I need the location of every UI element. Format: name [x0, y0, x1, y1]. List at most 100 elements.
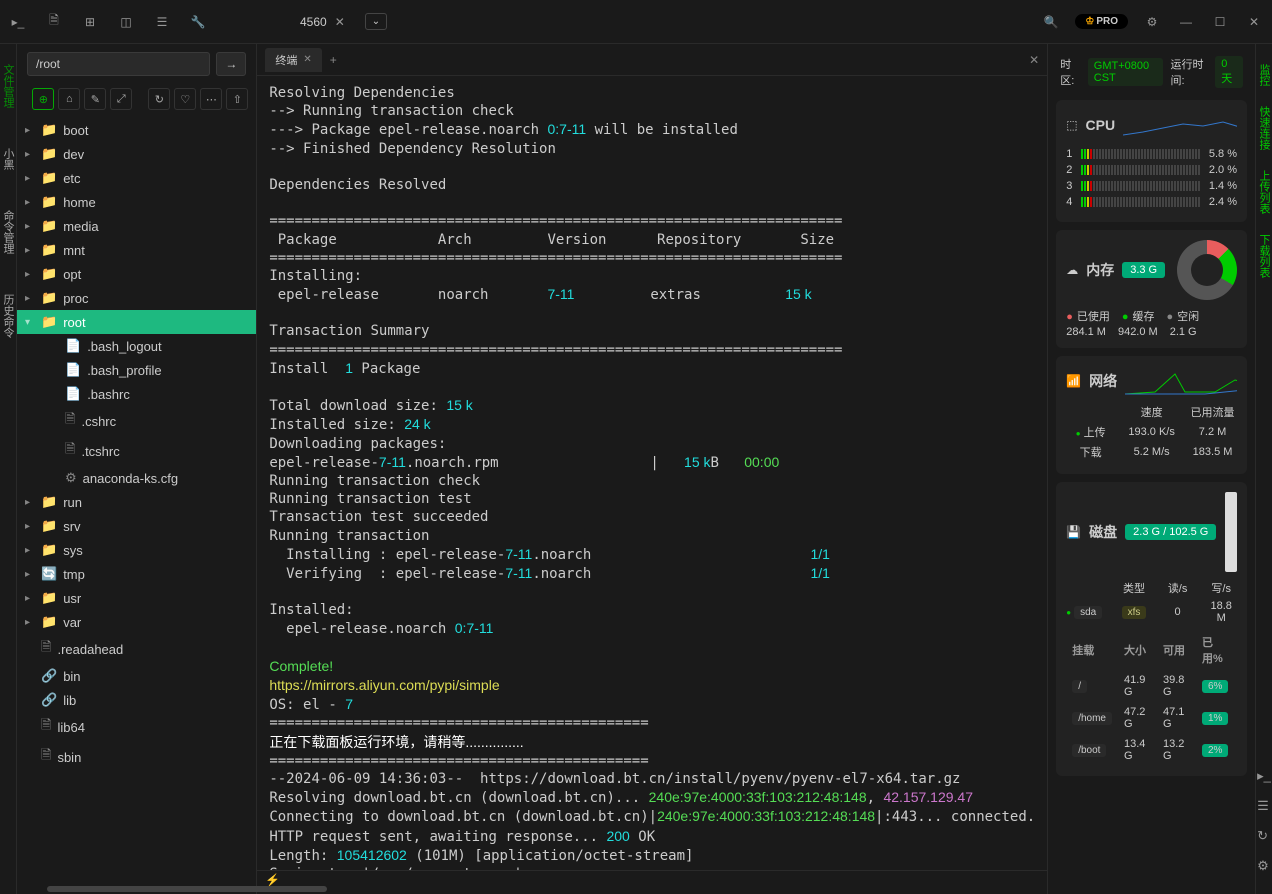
mem-donut: [1177, 240, 1237, 300]
search-icon[interactable]: 🔍: [1041, 12, 1061, 32]
tree-item-.bash_profile[interactable]: 📄.bash_profile: [17, 358, 256, 382]
file-icon: 🗎: [41, 638, 51, 660]
list-icon[interactable]: ☰: [1257, 798, 1271, 814]
tree-item-usr[interactable]: ▸📁usr: [17, 586, 256, 610]
tree-item-proc[interactable]: ▸📁proc: [17, 286, 256, 310]
window-tab[interactable]: 4560 ✕: [288, 11, 357, 33]
uptime-value: 0 天: [1215, 56, 1243, 88]
sidebar-item-commands[interactable]: 命令管理: [0, 210, 16, 254]
navigate-button[interactable]: →: [216, 52, 246, 76]
edit-icon[interactable]: ✎: [84, 88, 106, 110]
disk-mount-row: /boot13.4 G13.2 G2%: [1066, 734, 1237, 766]
panel-icon[interactable]: ▸_: [1257, 768, 1271, 784]
list-icon[interactable]: ☰: [152, 12, 172, 32]
tab-dropdown[interactable]: ⌄: [365, 13, 387, 30]
tree-item-sbin[interactable]: 🗎sbin: [17, 742, 256, 772]
tree-item-root[interactable]: ▾📁root: [17, 310, 256, 334]
terminal-output[interactable]: Resolving Dependencies --> Running trans…: [257, 76, 1047, 870]
disk-mount-row: /41.9 G39.8 G6%: [1066, 670, 1237, 702]
maximize-icon[interactable]: ☐: [1210, 12, 1230, 32]
network-card: 📶 网络 速度已用流量 ● 上传193.0 K/s7.2 M 下载5.2 M/s…: [1056, 356, 1247, 474]
grid-icon[interactable]: ⊞: [80, 12, 100, 32]
tree-item-etc[interactable]: ▸📁etc: [17, 166, 256, 190]
tree-item-.readahead[interactable]: 🗎.readahead: [17, 634, 256, 664]
favorite-icon[interactable]: ♡: [174, 88, 196, 110]
cpu-core-row: 31.4 %: [1066, 180, 1237, 192]
mem-title: 内存: [1086, 260, 1114, 280]
file-tree: ▸📁boot▸📁dev▸📁etc▸📁home▸📁media▸📁mnt▸📁opt▸…: [17, 114, 256, 884]
sidebar-item-monitor[interactable]: 监控: [1256, 64, 1272, 86]
folder-icon: 📁: [41, 218, 57, 234]
sidebar-item-download[interactable]: 下载列表: [1256, 234, 1272, 278]
mem-badge: 3.3 G: [1122, 262, 1165, 278]
sidebar-item-upload[interactable]: 上传列表: [1256, 170, 1272, 214]
tree-item-boot[interactable]: ▸📁boot: [17, 118, 256, 142]
upload-icon[interactable]: ⇧: [226, 88, 248, 110]
net-title: 网络: [1089, 371, 1117, 391]
tree-item-.bashrc[interactable]: 📄.bashrc: [17, 382, 256, 406]
close-all-icon[interactable]: ✕: [1029, 53, 1039, 67]
net-sparkline: [1125, 366, 1237, 396]
sidebar-item-quickconnect[interactable]: 快速连接: [1256, 106, 1272, 150]
disk-mounts-table: 挂载大小可用已用% /41.9 G39.8 G6%/home47.2 G47.1…: [1066, 630, 1237, 766]
wrench-icon[interactable]: 🔧: [188, 12, 208, 32]
add-icon[interactable]: ⊕: [32, 88, 54, 110]
terminal-tab[interactable]: 终端 ✕: [265, 48, 321, 72]
folder-icon: 📁: [41, 146, 57, 162]
terminal-icon[interactable]: ▸_: [8, 12, 28, 32]
folder-icon: 📁: [41, 266, 57, 282]
split-icon[interactable]: ◫: [116, 12, 136, 32]
tree-item-var[interactable]: ▸📁var: [17, 610, 256, 634]
tree-item-.tcshrc[interactable]: 🗎.tcshrc: [17, 436, 256, 466]
settings-icon[interactable]: ⚙: [1257, 858, 1271, 874]
tree-item-lib64[interactable]: 🗎lib64: [17, 712, 256, 742]
folder-icon: 📁: [41, 290, 57, 306]
prompt-icon[interactable]: ⚡: [265, 873, 280, 887]
tree-item-run[interactable]: ▸📁run: [17, 490, 256, 514]
disk-mount-row: /home47.2 G47.1 G1%: [1066, 702, 1237, 734]
file-toolbar: ⊕ ⌂ ✎ ⤢ ↻ ♡ ⋯ ⇧: [17, 84, 256, 114]
sidebar-item-files[interactable]: 文件管理: [0, 64, 16, 108]
gear-icon[interactable]: ⚙: [1142, 12, 1162, 32]
close-icon[interactable]: ✕: [335, 15, 345, 29]
disk-icon: 💾: [1066, 525, 1081, 539]
tree-item-sys[interactable]: ▸📁sys: [17, 538, 256, 562]
refresh-icon[interactable]: ↻: [148, 88, 170, 110]
refresh-icon[interactable]: ↻: [1257, 828, 1271, 844]
home-icon[interactable]: ⌂: [58, 88, 80, 110]
uptime-label: 运行时间:: [1171, 56, 1208, 88]
expand-icon[interactable]: ⤢: [110, 88, 132, 110]
file-icon[interactable]: 🗎: [44, 12, 64, 32]
more-icon[interactable]: ⋯: [200, 88, 222, 110]
tree-item-anaconda-ks.cfg[interactable]: ⚙anaconda-ks.cfg: [17, 466, 256, 490]
sidebar-item-xiaohei[interactable]: 小黑: [0, 148, 16, 170]
file-icon: 🗎: [65, 410, 75, 432]
cfg-icon: ⚙: [65, 470, 77, 486]
link-icon: 🔗: [41, 668, 57, 684]
path-input[interactable]: [27, 52, 210, 76]
close-window-icon[interactable]: ✕: [1244, 12, 1264, 32]
sidebar-item-history[interactable]: 历史命令: [0, 294, 16, 338]
cloud-icon: ☁: [1066, 263, 1078, 277]
tree-item-.cshrc[interactable]: 🗎.cshrc: [17, 406, 256, 436]
disk-title: 磁盘: [1089, 522, 1117, 542]
minimize-icon[interactable]: —: [1176, 12, 1196, 32]
tree-item-bin[interactable]: 🔗bin: [17, 664, 256, 688]
tree-item-srv[interactable]: ▸📁srv: [17, 514, 256, 538]
close-icon[interactable]: ✕: [303, 54, 311, 65]
tree-item-dev[interactable]: ▸📁dev: [17, 142, 256, 166]
tree-item-tmp[interactable]: ▸🔄tmp: [17, 562, 256, 586]
folder-icon: 📁: [41, 122, 57, 138]
tree-item-media[interactable]: ▸📁media: [17, 214, 256, 238]
folder-icon: 📁: [41, 590, 57, 606]
tree-item-lib[interactable]: 🔗lib: [17, 688, 256, 712]
tree-item-.bash_logout[interactable]: 📄.bash_logout: [17, 334, 256, 358]
tree-item-mnt[interactable]: ▸📁mnt: [17, 238, 256, 262]
add-tab-icon[interactable]: +: [330, 53, 337, 67]
h-scrollbar[interactable]: [17, 884, 256, 894]
tree-item-home[interactable]: ▸📁home: [17, 190, 256, 214]
tree-item-opt[interactable]: ▸📁opt: [17, 262, 256, 286]
pro-badge[interactable]: ♔PRO: [1075, 14, 1128, 29]
folder-icon: 📁: [41, 494, 57, 510]
wifi-icon: 📶: [1066, 374, 1081, 388]
